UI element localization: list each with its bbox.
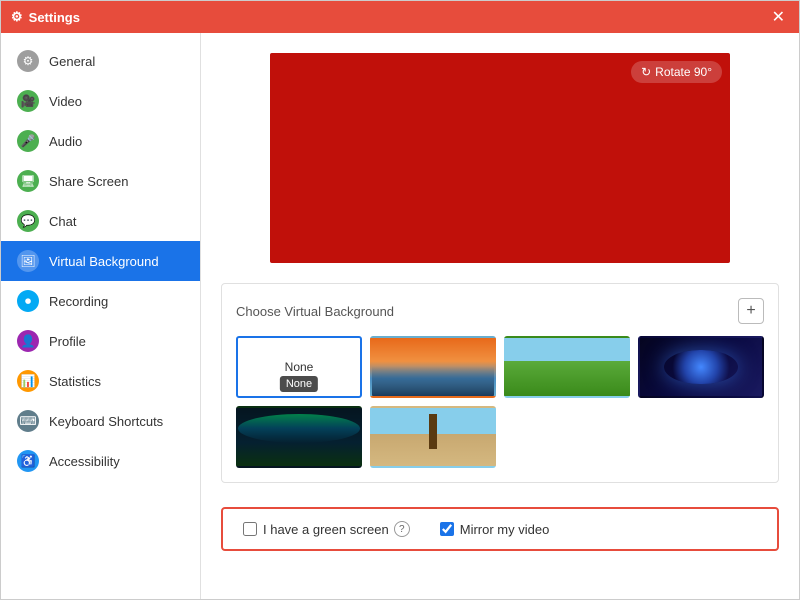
share-screen-icon: 🖥 — [17, 170, 39, 192]
accessibility-icon: ♿ — [17, 450, 39, 472]
statistics-icon: 📊 — [17, 370, 39, 392]
main-panel: ↻ Rotate 90° Choose Virtual Background +… — [201, 33, 799, 599]
sidebar-label-vbg: Virtual Background — [49, 254, 159, 269]
sidebar-item-statistics[interactable]: 📊 Statistics — [1, 361, 200, 401]
sidebar-item-recording[interactable]: ⏺ Recording — [1, 281, 200, 321]
sidebar-item-share-screen[interactable]: 🖥 Share Screen — [1, 161, 200, 201]
window-title: Settings — [29, 10, 80, 25]
virtual-background-icon: 🖼 — [17, 250, 39, 272]
none-tooltip: None — [280, 376, 318, 392]
sidebar-label-accessibility: Accessibility — [49, 454, 120, 469]
rotate-button[interactable]: ↻ Rotate 90° — [631, 61, 722, 83]
recording-icon: ⏺ — [17, 290, 39, 312]
background-beach[interactable] — [370, 406, 496, 468]
video-icon: 🎥 — [17, 90, 39, 112]
sidebar-item-profile[interactable]: 👤 Profile — [1, 321, 200, 361]
close-button[interactable]: ✕ — [768, 7, 789, 27]
sidebar: ⚙ General 🎥 Video 🎤 Audio 🖥 Share Screen… — [1, 33, 201, 599]
mirror-video-label: Mirror my video — [460, 522, 550, 537]
green-screen-label: I have a green screen ? — [263, 521, 410, 537]
sidebar-item-accessibility[interactable]: ♿ Accessibility — [1, 441, 200, 481]
green-screen-checkbox[interactable] — [243, 522, 257, 536]
sidebar-label-chat: Chat — [49, 214, 76, 229]
sidebar-label-keyboard: Keyboard Shortcuts — [49, 414, 163, 429]
background-chooser: Choose Virtual Background + None None — [221, 283, 779, 483]
video-preview: ↻ Rotate 90° — [270, 53, 730, 263]
green-screen-help-icon[interactable]: ? — [394, 521, 410, 537]
green-screen-group[interactable]: I have a green screen ? — [243, 521, 410, 537]
sidebar-item-keyboard-shortcuts[interactable]: ⌨ Keyboard Shortcuts — [1, 401, 200, 441]
add-background-button[interactable]: + — [738, 298, 764, 324]
titlebar: ⚙ Settings ✕ — [1, 1, 799, 33]
general-icon: ⚙ — [17, 50, 39, 72]
background-space[interactable] — [638, 336, 764, 398]
background-golden-gate[interactable] — [370, 336, 496, 398]
chat-icon: 💬 — [17, 210, 39, 232]
sidebar-item-video[interactable]: 🎥 Video — [1, 81, 200, 121]
sidebar-item-audio[interactable]: 🎤 Audio — [1, 121, 200, 161]
settings-window: ⚙ Settings ✕ ⚙ General 🎥 Video 🎤 Audio 🖥… — [0, 0, 800, 600]
background-grid: None None — [236, 336, 764, 468]
profile-icon: 👤 — [17, 330, 39, 352]
background-grass[interactable] — [504, 336, 630, 398]
settings-icon: ⚙ — [11, 9, 23, 25]
mirror-video-group[interactable]: Mirror my video — [440, 522, 550, 537]
sidebar-label-audio: Audio — [49, 134, 82, 149]
sidebar-item-chat[interactable]: 💬 Chat — [1, 201, 200, 241]
keyboard-shortcuts-icon: ⌨ — [17, 410, 39, 432]
rotate-icon: ↻ — [641, 65, 651, 79]
sidebar-item-virtual-background[interactable]: 🖼 Virtual Background — [1, 241, 200, 281]
sidebar-item-general[interactable]: ⚙ General — [1, 41, 200, 81]
chooser-title: Choose Virtual Background — [236, 304, 394, 319]
sidebar-label-video: Video — [49, 94, 82, 109]
sidebar-label-statistics: Statistics — [49, 374, 101, 389]
titlebar-title: ⚙ Settings — [11, 9, 80, 25]
background-none[interactable]: None None — [236, 336, 362, 398]
background-aurora[interactable] — [236, 406, 362, 468]
audio-icon: 🎤 — [17, 130, 39, 152]
plus-icon: + — [746, 302, 755, 320]
rotate-label: Rotate 90° — [655, 65, 712, 79]
sidebar-label-general: General — [49, 54, 95, 69]
chooser-header: Choose Virtual Background + — [236, 298, 764, 324]
none-label: None — [285, 360, 314, 374]
sidebar-label-recording: Recording — [49, 294, 108, 309]
sidebar-label-share: Share Screen — [49, 174, 129, 189]
bottom-options-bar: I have a green screen ? Mirror my video — [221, 507, 779, 551]
content-area: ⚙ General 🎥 Video 🎤 Audio 🖥 Share Screen… — [1, 33, 799, 599]
mirror-video-checkbox[interactable] — [440, 522, 454, 536]
sidebar-label-profile: Profile — [49, 334, 86, 349]
